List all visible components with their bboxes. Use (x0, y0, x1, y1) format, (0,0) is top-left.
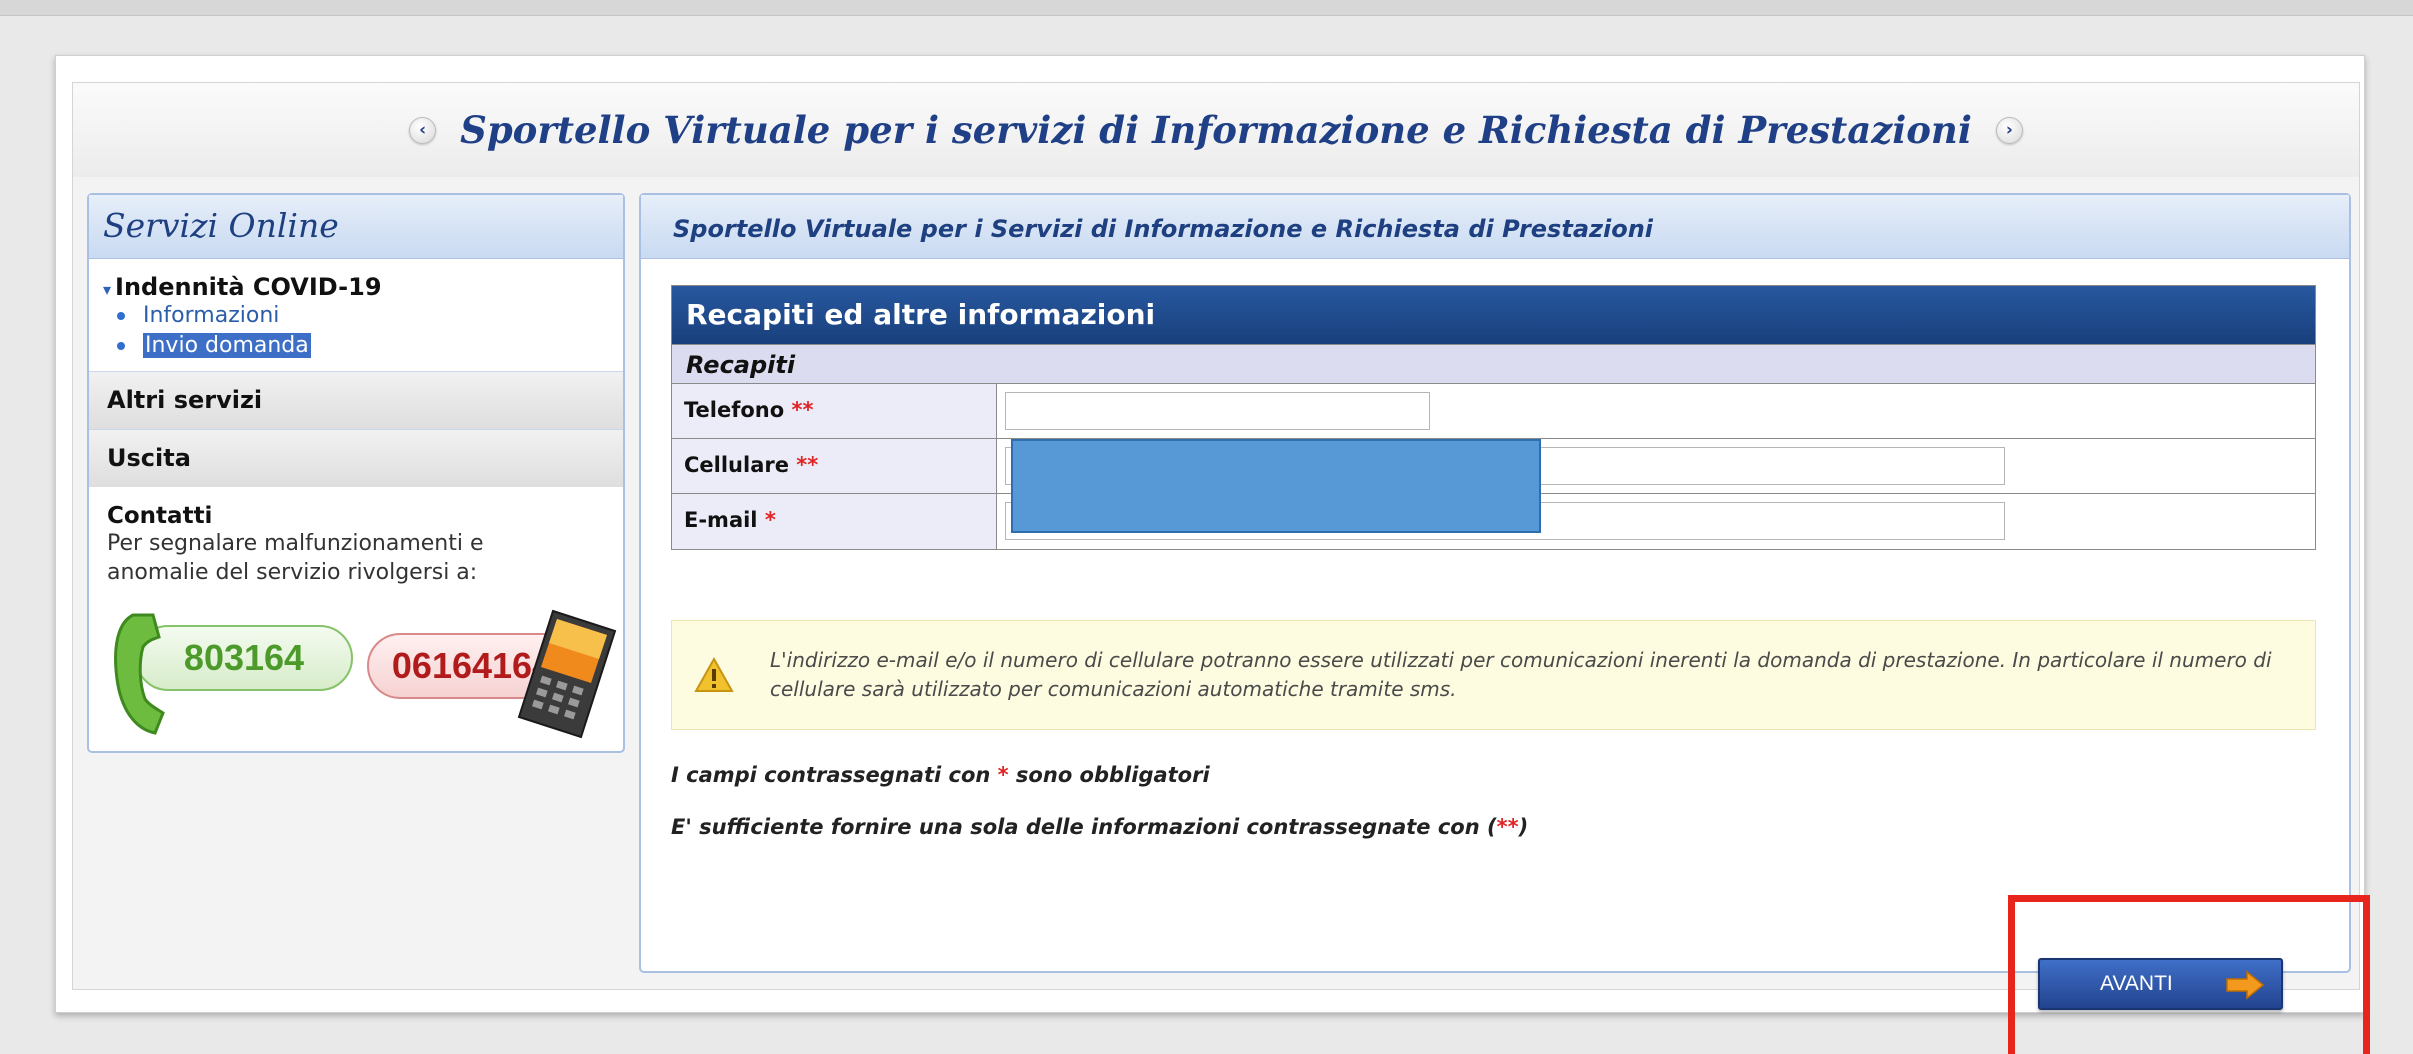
contacts-box: Contatti Per segnalare malfunzionamenti … (89, 487, 623, 755)
site-banner: ‹ Sportello Virtuale per i servizi di In… (73, 83, 2359, 177)
arrow-right-icon (2226, 970, 2265, 1000)
required-marker: * (997, 763, 1009, 787)
required-marker: ** (796, 453, 819, 477)
chevron-left-icon[interactable]: ‹ (409, 116, 437, 144)
avanti-button-label: AVANTI (2100, 972, 2173, 995)
bullet-icon (117, 312, 125, 320)
note-text: I campi contrassegnati con (671, 763, 998, 787)
bullet-icon (117, 342, 125, 350)
field-label-text: Cellulare (684, 453, 789, 477)
field-label: Cellulare ** (672, 439, 997, 493)
telefono-input[interactable] (1005, 392, 1430, 430)
chevron-right-icon[interactable]: › (1995, 116, 2023, 144)
form-section-title: Recapiti (672, 344, 2315, 384)
form-row-telefono: Telefono ** (672, 384, 2315, 439)
contacts-form: Recapiti ed altre informazioni Recapiti … (671, 285, 2316, 550)
phone-handset-icon (114, 613, 165, 735)
contacts-text: Per segnalare malfunzionamenti e anomali… (107, 531, 484, 585)
form-title: Recapiti ed altre informazioni (672, 286, 2315, 344)
field-label: Telefono ** (672, 384, 997, 438)
form-row-cellulare: Cellulare ** (672, 439, 2315, 533)
note-text: ) (1518, 815, 1529, 839)
sidebar-link-informazioni[interactable]: Informazioni (117, 301, 605, 331)
field-cell (997, 384, 2315, 438)
sidebar-group-title[interactable]: ▾ Indennità COVID-19 (103, 273, 605, 301)
main-panel: Sportello Virtuale per i Servizi di Info… (639, 193, 2351, 973)
optional-fields-note: E' sufficiente fornire una sola delle in… (671, 815, 1528, 839)
redaction-box (1011, 439, 1541, 533)
field-cell (997, 439, 2315, 533)
window-top-edge (0, 0, 2413, 16)
field-label: E-mail * (672, 494, 997, 549)
sidebar-link-invio-domanda[interactable]: Invio domanda (117, 331, 605, 361)
sidebar-group-covid: ▾ Indennità COVID-19 Informazioni Invio d… (89, 259, 623, 371)
field-label-text: Telefono (684, 398, 785, 422)
field-label-text: E-mail (684, 508, 758, 532)
sidebar-link-label: Invio domanda (143, 333, 311, 358)
sidebar-item-altri-servizi[interactable]: Altri servizi (89, 371, 623, 429)
warning-text: L'indirizzo e-mail e/o il numero di cell… (770, 648, 2272, 701)
page: ‹ Sportello Virtuale per i servizi di In… (72, 82, 2370, 1054)
required-fields-note: I campi contrassegnati con * sono obblig… (671, 763, 1210, 787)
sidebar: Servizi Online ▾ Indennità COVID-19 Infor… (87, 193, 625, 753)
warning-notice: L'indirizzo e-mail e/o il numero di cell… (671, 620, 2316, 730)
mobile-phone-icon (517, 609, 617, 739)
contacts-title: Contatti (107, 503, 213, 529)
caret-down-icon: ▾ (103, 280, 112, 299)
sidebar-item-uscita[interactable]: Uscita (89, 429, 623, 487)
sidebar-title: Servizi Online (89, 195, 623, 259)
note-text: E' sufficiente fornire una sola delle in… (671, 815, 1497, 839)
main-panel-title: Sportello Virtuale per i Servizi di Info… (641, 195, 2349, 259)
note-text: sono obbligatori (1008, 763, 1210, 787)
sidebar-group-label: Indennità COVID-19 (115, 273, 382, 301)
banner-title: Sportello Virtuale per i servizi di Info… (460, 108, 1972, 152)
required-marker: * (764, 508, 776, 532)
warning-icon (694, 657, 734, 692)
required-marker: ** (1496, 815, 1519, 839)
sidebar-link-label: Informazioni (143, 303, 280, 328)
contact-numbers: 803164 06164164 (107, 609, 617, 739)
required-marker: ** (791, 398, 814, 422)
avanti-button[interactable]: AVANTI (2038, 958, 2283, 1010)
